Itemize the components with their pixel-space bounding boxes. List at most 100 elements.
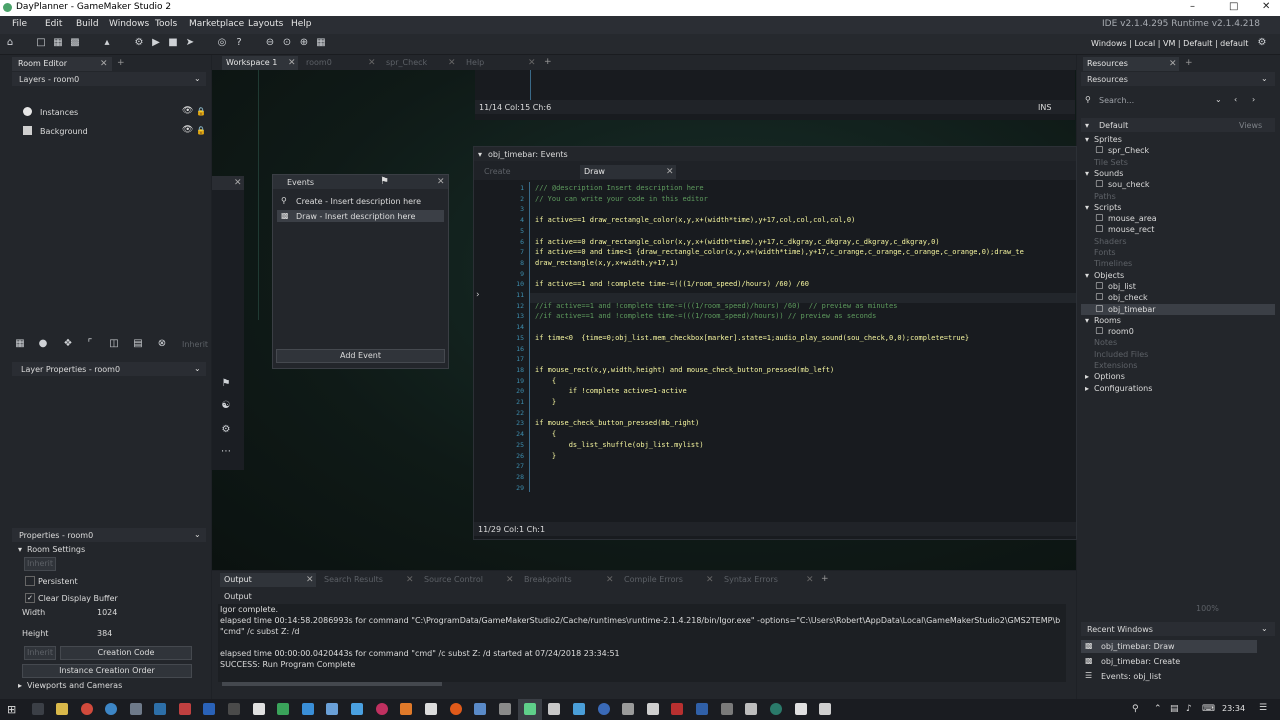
browser-icon[interactable] — [105, 703, 117, 715]
room0-tab[interactable]: room0 ✕ — [302, 56, 378, 70]
collapse-icon[interactable]: ▾ — [478, 150, 482, 159]
chevron-down-icon[interactable]: ⌄ — [194, 530, 201, 539]
menu-file[interactable]: File — [12, 19, 27, 29]
tab-compile-errors[interactable]: Compile Errors ✕ — [620, 573, 716, 587]
tab-output[interactable]: Output ✕ — [220, 573, 316, 587]
minimize-icon[interactable]: – — [1190, 1, 1195, 12]
collapse-icon[interactable]: ▾ — [1085, 121, 1089, 130]
inherit-button[interactable]: Inherit — [24, 557, 56, 571]
debug-icon[interactable]: ⚙ — [133, 37, 145, 49]
expand-arrow-icon[interactable]: ▸ — [1085, 372, 1089, 381]
chevron-down-icon[interactable]: ⌄ — [194, 74, 201, 83]
app-icon[interactable] — [671, 703, 683, 715]
new-icon[interactable]: □ — [35, 37, 47, 49]
more-icon[interactable]: ⋯ — [220, 446, 232, 458]
events-title-bar[interactable]: Events ⚑ ✕ — [273, 175, 448, 189]
word-icon[interactable] — [203, 703, 215, 715]
chevron-down-icon[interactable]: ⌄ — [1261, 624, 1268, 633]
explorer-icon[interactable] — [56, 703, 68, 715]
app-icon[interactable] — [696, 703, 708, 715]
help-tab[interactable]: Help ✕ — [462, 56, 538, 70]
height-field[interactable]: 384 — [97, 629, 112, 638]
tab-create[interactable]: Create — [480, 165, 576, 179]
app-icon[interactable] — [745, 703, 757, 715]
tray-arrow-icon[interactable]: ⌃ — [1154, 704, 1162, 714]
menu-edit[interactable]: Edit — [45, 19, 62, 29]
close-icon[interactable]: ✕ — [437, 175, 445, 189]
save-icon[interactable]: ▩ — [69, 37, 81, 49]
tab-draw[interactable]: Draw ✕ — [580, 165, 676, 179]
app-icon[interactable] — [819, 703, 831, 715]
notifications-icon[interactable]: ☰ — [1259, 703, 1267, 713]
code-editor[interactable]: › 1/// @description Insert description h… — [474, 182, 1076, 522]
start-icon[interactable]: ⊞ — [7, 703, 16, 716]
chevron-down-icon[interactable]: ⌄ — [1261, 74, 1268, 83]
add-tab-icon[interactable]: + — [821, 574, 829, 584]
target-selector[interactable]: Windows | Local | VM | Default | default — [1091, 39, 1248, 48]
lock-icon[interactable]: 🔒 — [196, 126, 206, 135]
tab-search-results[interactable]: Search Results ✕ — [320, 573, 416, 587]
fit-icon[interactable]: ▦ — [315, 37, 327, 49]
app-icon[interactable] — [499, 703, 511, 715]
close-icon[interactable]: ✕ — [1169, 57, 1177, 71]
resource-item[interactable]: ▢ sou_check — [1081, 179, 1275, 190]
clock[interactable]: 23:34 — [1222, 704, 1245, 713]
app-icon[interactable] — [474, 703, 486, 715]
resource-group[interactable]: Included Files — [1081, 349, 1275, 360]
menu-help[interactable]: Help — [291, 19, 312, 29]
close-icon[interactable]: ✕ — [368, 56, 376, 70]
add-tab-icon[interactable]: + — [117, 58, 125, 68]
app-icon[interactable] — [573, 703, 585, 715]
export-icon[interactable]: ▴ — [101, 37, 113, 49]
add-event-button[interactable]: Add Event — [276, 349, 445, 363]
app-icon[interactable] — [228, 703, 240, 715]
steam-icon[interactable] — [130, 703, 142, 715]
menu-marketplace[interactable]: Marketplace — [189, 19, 244, 29]
tab-source-control[interactable]: Source Control ✕ — [420, 573, 516, 587]
close-icon[interactable]: ✕ — [448, 56, 456, 70]
app-icon[interactable] — [326, 703, 338, 715]
clean-icon[interactable]: ➤ — [184, 37, 196, 49]
app-icon[interactable] — [548, 703, 560, 715]
app-icon[interactable] — [622, 703, 634, 715]
menu-tools[interactable]: Tools — [155, 19, 177, 29]
folder-icon[interactable]: ▤ — [132, 338, 144, 350]
asset-layer-icon[interactable]: ◫ — [108, 338, 120, 350]
resource-group[interactable]: Timelines — [1081, 258, 1275, 269]
gamemaker-icon[interactable] — [524, 703, 536, 715]
creation-code-button[interactable]: Creation Code — [60, 646, 192, 660]
close-icon[interactable]: ✕ — [234, 176, 242, 190]
maximize-icon[interactable]: □ — [1229, 1, 1238, 12]
expand-arrow-icon[interactable]: ▾ — [1085, 271, 1089, 280]
app-icon[interactable] — [647, 703, 659, 715]
resource-item[interactable]: ▢ obj_check — [1081, 292, 1275, 303]
open-icon[interactable]: ▦ — [52, 37, 64, 49]
code-window-title-bar[interactable]: ▾ obj_timebar: Events — [474, 147, 1076, 161]
visibility-eye-icon[interactable]: 👁 — [182, 106, 193, 116]
resource-item[interactable]: ▢ room0 — [1081, 326, 1275, 337]
resource-group[interactable]: Tile Sets — [1081, 157, 1275, 168]
app-icon[interactable] — [721, 703, 733, 715]
resource-group[interactable]: ▾ Sprites — [1081, 134, 1275, 145]
expand-arrow-icon[interactable]: ▾ — [1085, 135, 1089, 144]
app-icon[interactable] — [179, 703, 191, 715]
run-icon[interactable]: ▶ — [150, 37, 162, 49]
recent-item[interactable]: ▩ obj_timebar: Draw — [1081, 640, 1257, 653]
resource-group[interactable]: ▸ Options — [1081, 371, 1275, 382]
back-icon[interactable]: ‹ — [1234, 95, 1237, 104]
app-icon[interactable] — [277, 703, 289, 715]
delete-layer-icon[interactable]: ⊗ — [156, 338, 168, 350]
expand-arrow-icon[interactable]: ▾ — [1085, 203, 1089, 212]
close-icon[interactable]: ✕ — [806, 573, 814, 587]
path-layer-icon[interactable]: ⌜ — [84, 338, 96, 350]
stop-icon[interactable]: ■ — [167, 37, 179, 49]
app-icon[interactable] — [302, 703, 314, 715]
flag-icon[interactable]: ⚑ — [380, 176, 389, 187]
inherit-button[interactable]: Inherit — [182, 340, 208, 349]
zoom-in-icon[interactable]: ⊕ — [298, 37, 310, 49]
app-icon[interactable] — [376, 703, 388, 715]
chevron-down-icon[interactable]: ⌄ — [1215, 95, 1222, 104]
volume-icon[interactable]: ♪ — [1186, 704, 1192, 714]
resource-search[interactable]: ⚲ Search... — [1083, 94, 1229, 107]
app-icon[interactable] — [400, 703, 412, 715]
